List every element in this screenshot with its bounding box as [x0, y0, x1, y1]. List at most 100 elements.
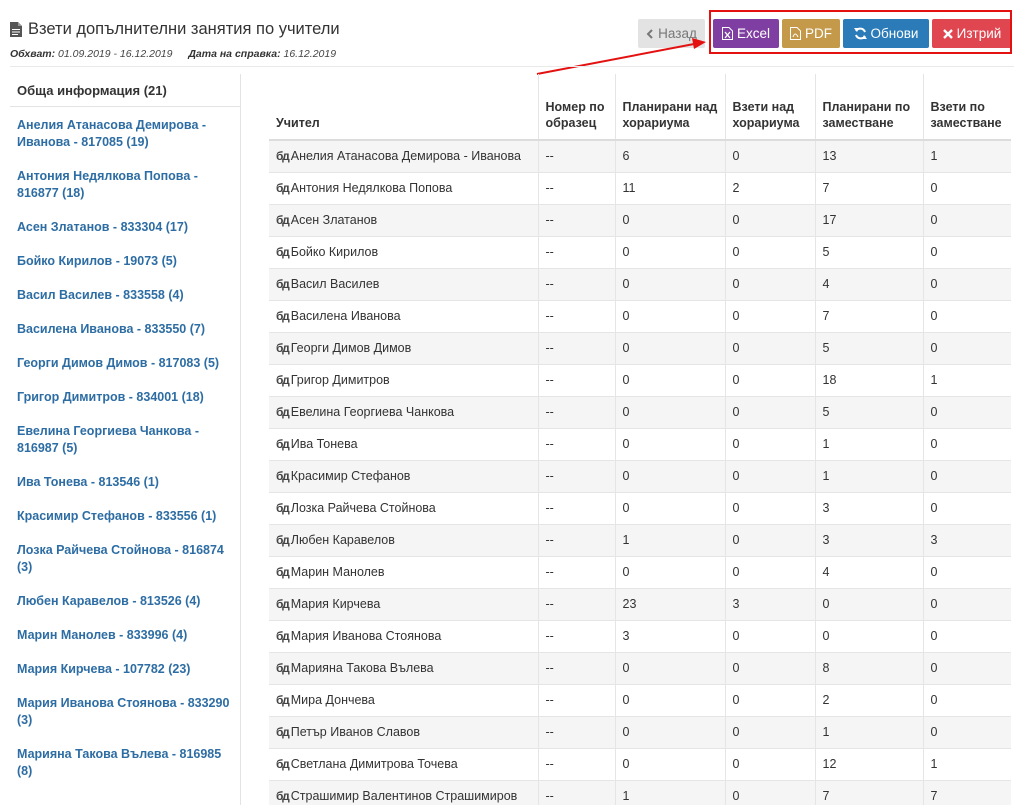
- table-cell: 0: [724, 459, 815, 492]
- sidebar-item[interactable]: Евелина Георгиева Чанкова - 816987 (5): [17, 423, 232, 457]
- teacher-icon: бд: [276, 309, 290, 323]
- page-header: Взети допълнителни занятия по учители Об…: [10, 20, 630, 60]
- teacher-name: Василена Иванова: [290, 309, 401, 323]
- table-row[interactable]: бд Лозка Райчева Стойнова -- 0 0 3 0: [269, 491, 1011, 524]
- table-cell: 0: [724, 651, 815, 684]
- sidebar-item[interactable]: Любен Каравелов - 813526 (4): [17, 593, 232, 610]
- table-cell: 0: [922, 651, 1011, 684]
- table-cell: 0: [614, 747, 725, 780]
- teacher-icon: бд: [276, 693, 290, 707]
- delete-button[interactable]: Изтрий: [932, 19, 1012, 48]
- table-row[interactable]: бд Красимир Стефанов -- 0 0 1 0: [269, 459, 1011, 492]
- table-row[interactable]: бд Анелия Атанасова Демирова - Иванова -- 6…: [269, 139, 1011, 172]
- table-row[interactable]: бд Васил Василев -- 0 0 4 0: [269, 267, 1011, 300]
- table-cell: 0: [724, 203, 815, 236]
- table-cell: 0: [724, 555, 815, 588]
- sidebar-item[interactable]: Бойко Кирилов - 19073 (5): [17, 253, 232, 270]
- sidebar-item[interactable]: Георги Димов Димов - 817083 (5): [17, 355, 232, 372]
- range-value: 01.09.2019 - 16.12.2019: [58, 48, 173, 60]
- range-label: Обхват:: [10, 48, 56, 60]
- teacher-name: Петър Иванов Славов: [290, 725, 420, 739]
- sidebar-item[interactable]: Григор Димитров - 834001 (18): [17, 389, 232, 406]
- table-cell: 0: [614, 203, 725, 236]
- refresh-button[interactable]: Обнови: [843, 19, 929, 48]
- table-row[interactable]: бд Марияна Такова Вълева -- 0 0 8 0: [269, 651, 1011, 684]
- report-meta: Обхват: 01.09.2019 - 16.12.2019 Дата на …: [10, 48, 630, 60]
- teacher-icon: бд: [276, 213, 290, 227]
- teacher-name-cell: бд Мира Дончева: [269, 683, 538, 716]
- table-row[interactable]: бд Страшимир Валентинов Страшимиров -- 1 0 7 7: [269, 779, 1011, 805]
- table-cell: --: [537, 459, 615, 492]
- teacher-name-cell: бд Мария Иванова Стоянова: [269, 619, 538, 652]
- table-cell: 2: [814, 683, 923, 716]
- table-row[interactable]: бд Мария Иванова Стоянова -- 3 0 0 0: [269, 619, 1011, 652]
- teacher-name: Лозка Райчева Стойнова: [290, 501, 436, 515]
- teacher-name-cell: бд Лозка Райчева Стойнова: [269, 491, 538, 524]
- table-row[interactable]: бд Евелина Георгиева Чанкова -- 0 0 5 0: [269, 395, 1011, 428]
- table-cell: --: [537, 523, 615, 556]
- teacher-name-cell: бд Светлана Димитрова Точева: [269, 747, 538, 780]
- teacher-name-cell: бд Петър Иванов Славов: [269, 715, 538, 748]
- teacher-icon: бд: [276, 277, 290, 291]
- table-row[interactable]: бд Антония Недялкова Попова -- 11 2 7 0: [269, 171, 1011, 204]
- table-cell: --: [537, 779, 615, 805]
- sidebar-item[interactable]: Красимир Стефанов - 833556 (1): [17, 508, 232, 525]
- teacher-name: Григор Димитров: [290, 373, 390, 387]
- sidebar-item[interactable]: Марин Манолев - 833996 (4): [17, 627, 232, 644]
- excel-button[interactable]: Excel: [713, 19, 779, 48]
- table-cell: 0: [922, 491, 1011, 524]
- table-row[interactable]: бд Бойко Кирилов -- 0 0 5 0: [269, 235, 1011, 268]
- table-cell: 1: [814, 715, 923, 748]
- table-row[interactable]: бд Василена Иванова -- 0 0 7 0: [269, 299, 1011, 332]
- sidebar-item[interactable]: Васил Василев - 833558 (4): [17, 287, 232, 304]
- table-cell: --: [537, 683, 615, 716]
- toolbar: Назад Excel PDF Обнови Изтрий: [638, 19, 1012, 48]
- table-cell: 0: [922, 267, 1011, 300]
- table-cell: 7: [814, 171, 923, 204]
- table-row[interactable]: бд Любен Каравелов -- 1 0 3 3: [269, 523, 1011, 556]
- sidebar-item[interactable]: Мария Иванова Стоянова - 833290 (3): [17, 695, 232, 729]
- sidebar-item[interactable]: Ива Тонева - 813546 (1): [17, 474, 232, 491]
- table-cell: 0: [922, 619, 1011, 652]
- pdf-button[interactable]: PDF: [782, 19, 840, 48]
- table-cell: 0: [922, 203, 1011, 236]
- table-row[interactable]: бд Марин Манолев -- 0 0 4 0: [269, 555, 1011, 588]
- teacher-name: Мира Дончева: [290, 693, 375, 707]
- table-cell: 4: [814, 267, 923, 300]
- table-cell: 18: [814, 363, 923, 396]
- table-cell: 0: [724, 235, 815, 268]
- table-cell: 5: [814, 235, 923, 268]
- table-cell: 0: [922, 459, 1011, 492]
- teacher-name: Анелия Атанасова Демирова - Иванова: [290, 149, 521, 164]
- sidebar-item[interactable]: Марияна Такова Вълева - 816985 (8): [17, 746, 232, 780]
- table-row[interactable]: бд Мария Кирчева -- 23 3 0 0: [269, 587, 1011, 620]
- table-cell: 0: [724, 747, 815, 780]
- table-row[interactable]: бд Петър Иванов Славов -- 0 0 1 0: [269, 715, 1011, 748]
- table-cell: --: [537, 363, 615, 396]
- table-cell: 0: [922, 555, 1011, 588]
- table-row[interactable]: бд Асен Златанов -- 0 0 17 0: [269, 203, 1011, 236]
- table-header-row: Учител Номер по образец Планирани над хо…: [269, 74, 1011, 141]
- sidebar-general-info[interactable]: Обща информация (21): [10, 74, 240, 107]
- sidebar-item[interactable]: Василена Иванова - 833550 (7): [17, 321, 232, 338]
- table-row[interactable]: бд Светлана Димитрова Точева -- 0 0 12 1: [269, 747, 1011, 780]
- table-row[interactable]: бд Георги Димов Димов -- 0 0 5 0: [269, 331, 1011, 364]
- sidebar-item[interactable]: Антония Недялкова Попова - 816877 (18): [17, 168, 232, 202]
- table-cell: --: [537, 235, 615, 268]
- teacher-name-cell: бд Марияна Такова Вълева: [269, 651, 538, 684]
- table-row[interactable]: бд Ива Тонева -- 0 0 1 0: [269, 427, 1011, 460]
- teacher-icon: бд: [276, 661, 290, 675]
- table-cell: 0: [922, 395, 1011, 428]
- teacher-name-cell: бд Бойко Кирилов: [269, 235, 538, 268]
- table-cell: --: [537, 651, 615, 684]
- sidebar-item[interactable]: Мария Кирчева - 107782 (23): [17, 661, 232, 678]
- table-cell: 0: [614, 427, 725, 460]
- teachers-table: Учител Номер по образец Планирани над хо…: [269, 74, 1011, 805]
- sidebar-item[interactable]: Асен Златанов - 833304 (17): [17, 219, 232, 236]
- back-button[interactable]: Назад: [638, 19, 705, 48]
- table-cell: 0: [724, 715, 815, 748]
- table-row[interactable]: бд Григор Димитров -- 0 0 18 1: [269, 363, 1011, 396]
- sidebar-item[interactable]: Анелия Атанасова Демирова - Иванова - 81…: [17, 117, 232, 151]
- sidebar-item[interactable]: Лозка Райчева Стойнова - 816874 (3): [17, 542, 232, 576]
- table-row[interactable]: бд Мира Дончева -- 0 0 2 0: [269, 683, 1011, 716]
